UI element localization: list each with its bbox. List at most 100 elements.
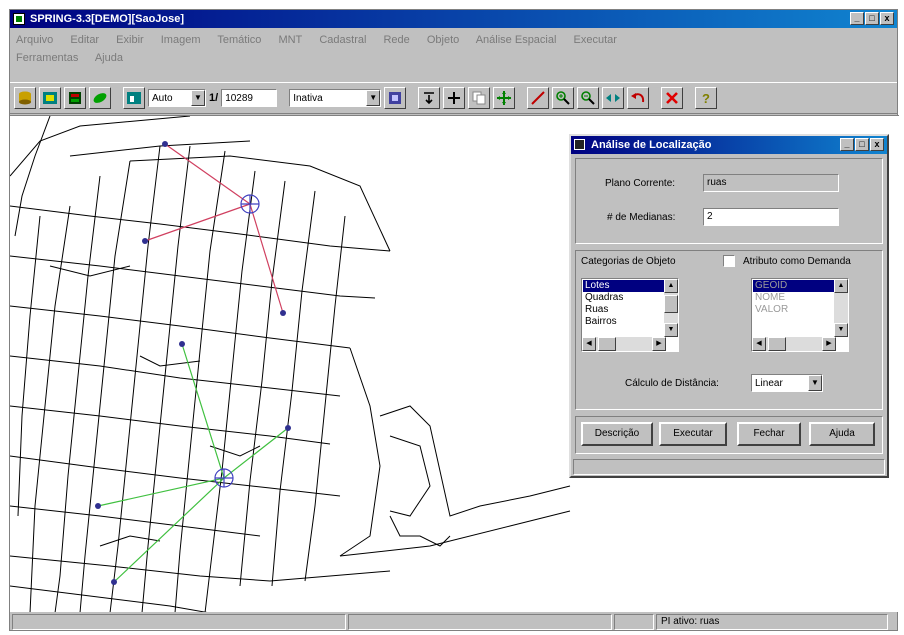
database-icon[interactable] — [14, 87, 36, 109]
info-icon[interactable] — [384, 87, 407, 109]
menu-imagem[interactable]: Imagem — [161, 34, 201, 46]
chevron-down-icon[interactable]: ▼ — [808, 375, 822, 391]
scroll-thumb[interactable] — [768, 337, 786, 351]
scroll-up-icon[interactable]: ▲ — [664, 279, 678, 293]
scroll-up-icon[interactable]: ▲ — [834, 279, 848, 293]
parameters-group — [575, 158, 883, 244]
street-network — [10, 116, 571, 612]
distancia-select[interactable]: Linear ▼ — [751, 374, 823, 392]
screen-icon[interactable] — [123, 87, 145, 109]
list-item[interactable]: NOME — [753, 292, 835, 304]
menu-ajuda[interactable]: Ajuda — [95, 52, 123, 64]
zoom-out-icon[interactable] — [577, 87, 600, 109]
chevron-down-icon[interactable]: ▼ — [191, 90, 205, 106]
dialog-title: Análise de Localização — [591, 139, 712, 151]
scroll-left-icon[interactable]: ◀ — [752, 337, 766, 351]
scroll-right-icon[interactable]: ▶ — [652, 337, 666, 351]
cursor-mode-select[interactable]: Inativa ▼ — [289, 89, 382, 107]
main-toolbar: Auto ▼ 1/ 10289 Inativa ▼ ? — [10, 82, 897, 114]
medianas-input[interactable]: 2 — [703, 208, 839, 226]
list-item[interactable]: Quadras — [583, 292, 665, 304]
spring-app-icon[interactable] — [13, 13, 25, 25]
menu-arquivo[interactable]: Arquivo — [16, 34, 53, 46]
chevron-down-icon[interactable]: ▼ — [366, 90, 381, 106]
menu-tematico[interactable]: Temático — [217, 34, 261, 46]
executar-button[interactable]: Executar — [659, 422, 727, 446]
import-icon[interactable] — [418, 87, 441, 109]
cursor-mode-value: Inativa — [293, 92, 323, 104]
close-button[interactable]: x — [880, 12, 894, 25]
layers-icon[interactable] — [64, 87, 86, 109]
menu-mnt[interactable]: MNT — [278, 34, 302, 46]
status-cell-2 — [348, 614, 612, 630]
zoom-mode-select[interactable]: Auto ▼ — [148, 89, 206, 107]
atributos-listbox[interactable]: GEOID NOME VALOR ▲ ▼ ◀ ▶ — [751, 278, 849, 352]
status-cell-3 — [614, 614, 654, 630]
list-item[interactable]: GEOID — [753, 280, 835, 292]
list-item[interactable]: Lotes — [583, 280, 665, 292]
ajuda-button[interactable]: Ajuda — [809, 422, 875, 446]
zoom-in-icon[interactable] — [552, 87, 575, 109]
distancia-value: Linear — [755, 377, 783, 389]
dialog-close-button[interactable]: x — [870, 138, 884, 151]
menu-ferramentas[interactable]: Ferramentas — [16, 52, 78, 64]
scale-input[interactable]: 10289 — [221, 89, 278, 107]
scroll-thumb[interactable] — [664, 295, 678, 313]
plus-icon[interactable] — [443, 87, 466, 109]
dialog-maximize-button[interactable]: □ — [855, 138, 869, 151]
help-icon[interactable]: ? — [695, 87, 718, 109]
scroll-down-icon[interactable]: ▼ — [834, 323, 848, 337]
horizontal-scrollbar[interactable]: ◀ ▶ — [582, 337, 666, 351]
dialog-minimize-button[interactable]: _ — [840, 138, 854, 151]
status-bar: PI ativo: ruas — [10, 613, 897, 631]
active-plane-status: PI ativo: ruas — [656, 614, 888, 630]
scroll-left-icon[interactable]: ◀ — [582, 337, 596, 351]
demand-nodes — [95, 141, 291, 585]
distancia-label: Cálculo de Distância: — [625, 378, 719, 389]
atributo-demanda-label: Atributo como Demanda — [743, 256, 851, 267]
list-item[interactable]: VALOR — [753, 304, 835, 316]
menu-executar[interactable]: Executar — [574, 34, 617, 46]
menu-objeto[interactable]: Objeto — [427, 34, 459, 46]
copy-icon[interactable] — [468, 87, 491, 109]
atributo-demanda-checkbox[interactable] — [723, 255, 735, 267]
dialog-title-bar[interactable]: Análise de Localização _ □ x — [571, 136, 887, 154]
menu-bar: Arquivo Editar Exibir Imagem Temático MN… — [10, 29, 897, 69]
draw-icon[interactable] — [89, 87, 111, 109]
scroll-thumb[interactable] — [598, 337, 616, 351]
menu-editar[interactable]: Editar — [70, 34, 99, 46]
plano-corrente-field: ruas — [703, 174, 839, 192]
route-lines — [97, 143, 289, 583]
menu-cadastral[interactable]: Cadastral — [319, 34, 366, 46]
scroll-right-icon[interactable]: ▶ — [822, 337, 836, 351]
arrows-icon[interactable] — [602, 87, 625, 109]
scale-label: 1/ — [209, 92, 219, 104]
vertical-scrollbar[interactable]: ▲ ▼ — [664, 279, 678, 337]
undo-icon[interactable] — [627, 87, 650, 109]
descricao-button[interactable]: Descrição — [581, 422, 653, 446]
svg-text:?: ? — [702, 91, 710, 106]
menu-exibir[interactable]: Exibir — [116, 34, 144, 46]
menu-analise-espacial[interactable]: Análise Espacial — [476, 34, 557, 46]
list-item[interactable]: Ruas — [583, 304, 665, 316]
window-title: SPRING-3.3[DEMO][SaoJose] — [30, 13, 185, 25]
delete-icon[interactable] — [661, 87, 684, 109]
dialog-icon — [574, 139, 585, 150]
zoom-mode-value: Auto — [152, 92, 173, 104]
location-analysis-dialog: Análise de Localização _ □ x Plano Corre… — [569, 134, 889, 478]
vertical-scrollbar[interactable]: ▲ ▼ — [834, 279, 848, 337]
minimize-button[interactable]: _ — [850, 12, 864, 25]
list-item[interactable]: Bairros — [583, 316, 665, 328]
maximize-button[interactable]: □ — [865, 12, 879, 25]
project-icon[interactable] — [39, 87, 61, 109]
line-edit-icon[interactable] — [527, 87, 550, 109]
categorias-listbox[interactable]: Lotes Quadras Ruas Bairros ▲ ▼ ◀ ▶ — [581, 278, 679, 352]
median-markers — [214, 194, 260, 488]
scale-value: 10289 — [225, 92, 253, 104]
fechar-button[interactable]: Fechar — [737, 422, 801, 446]
scroll-down-icon[interactable]: ▼ — [664, 323, 678, 337]
horizontal-scrollbar[interactable]: ◀ ▶ — [752, 337, 836, 351]
title-bar[interactable]: SPRING-3.3[DEMO][SaoJose] _ □ x — [10, 10, 897, 28]
menu-rede[interactable]: Rede — [383, 34, 409, 46]
pan-icon[interactable] — [493, 87, 516, 109]
